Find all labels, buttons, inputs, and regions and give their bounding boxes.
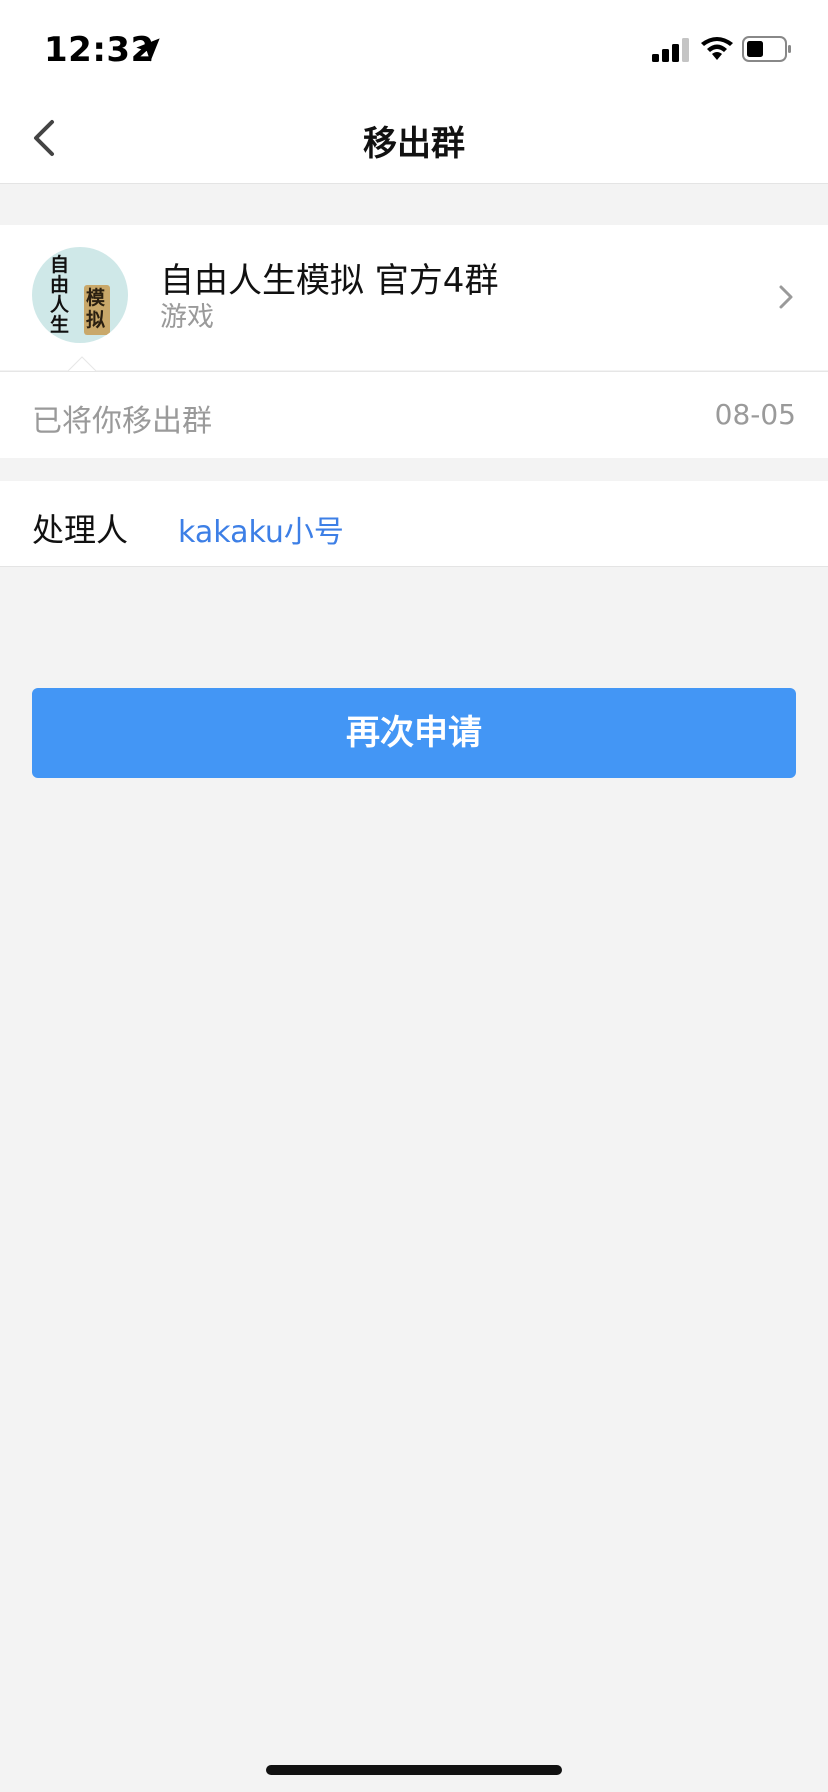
avatar-badge: 模拟 [84, 285, 110, 335]
handler-link[interactable]: kakaku小号 [178, 507, 344, 551]
group-avatar: 自由人生 模拟 [32, 247, 128, 343]
home-indicator[interactable] [266, 1765, 562, 1775]
removal-date: 08-05 [714, 398, 796, 431]
page-title: 移出群 [363, 124, 465, 164]
avatar-badge-text: 模拟 [86, 287, 106, 331]
reapply-button[interactable]: 再次申请 [32, 688, 796, 778]
group-card[interactable]: 自由人生 模拟 自由人生模拟 官方4群 游戏 [0, 225, 828, 370]
nav-bar: 移出群 [0, 92, 828, 184]
pointer-notch [68, 356, 96, 371]
handler-label: 处理人 [32, 511, 129, 549]
removal-message: 已将你移出群 [32, 404, 212, 439]
battery-icon [742, 36, 791, 62]
signal-icon [652, 38, 689, 62]
avatar-text: 自由人生 [50, 254, 70, 336]
group-category: 游戏 [160, 302, 214, 333]
handler-row: 处理人 kakaku小号 [0, 481, 828, 567]
location-arrow-icon [136, 38, 160, 62]
status-bar: 12:32 [0, 0, 828, 92]
screen: 12:32 移出群 自由人生 模拟 自由人生模拟 官方4群 游戏 已将你移出群 … [0, 0, 828, 1792]
chevron-right-icon [779, 285, 793, 309]
wifi-icon [701, 37, 733, 60]
removal-row: 已将你移出群 08-05 [0, 371, 828, 458]
